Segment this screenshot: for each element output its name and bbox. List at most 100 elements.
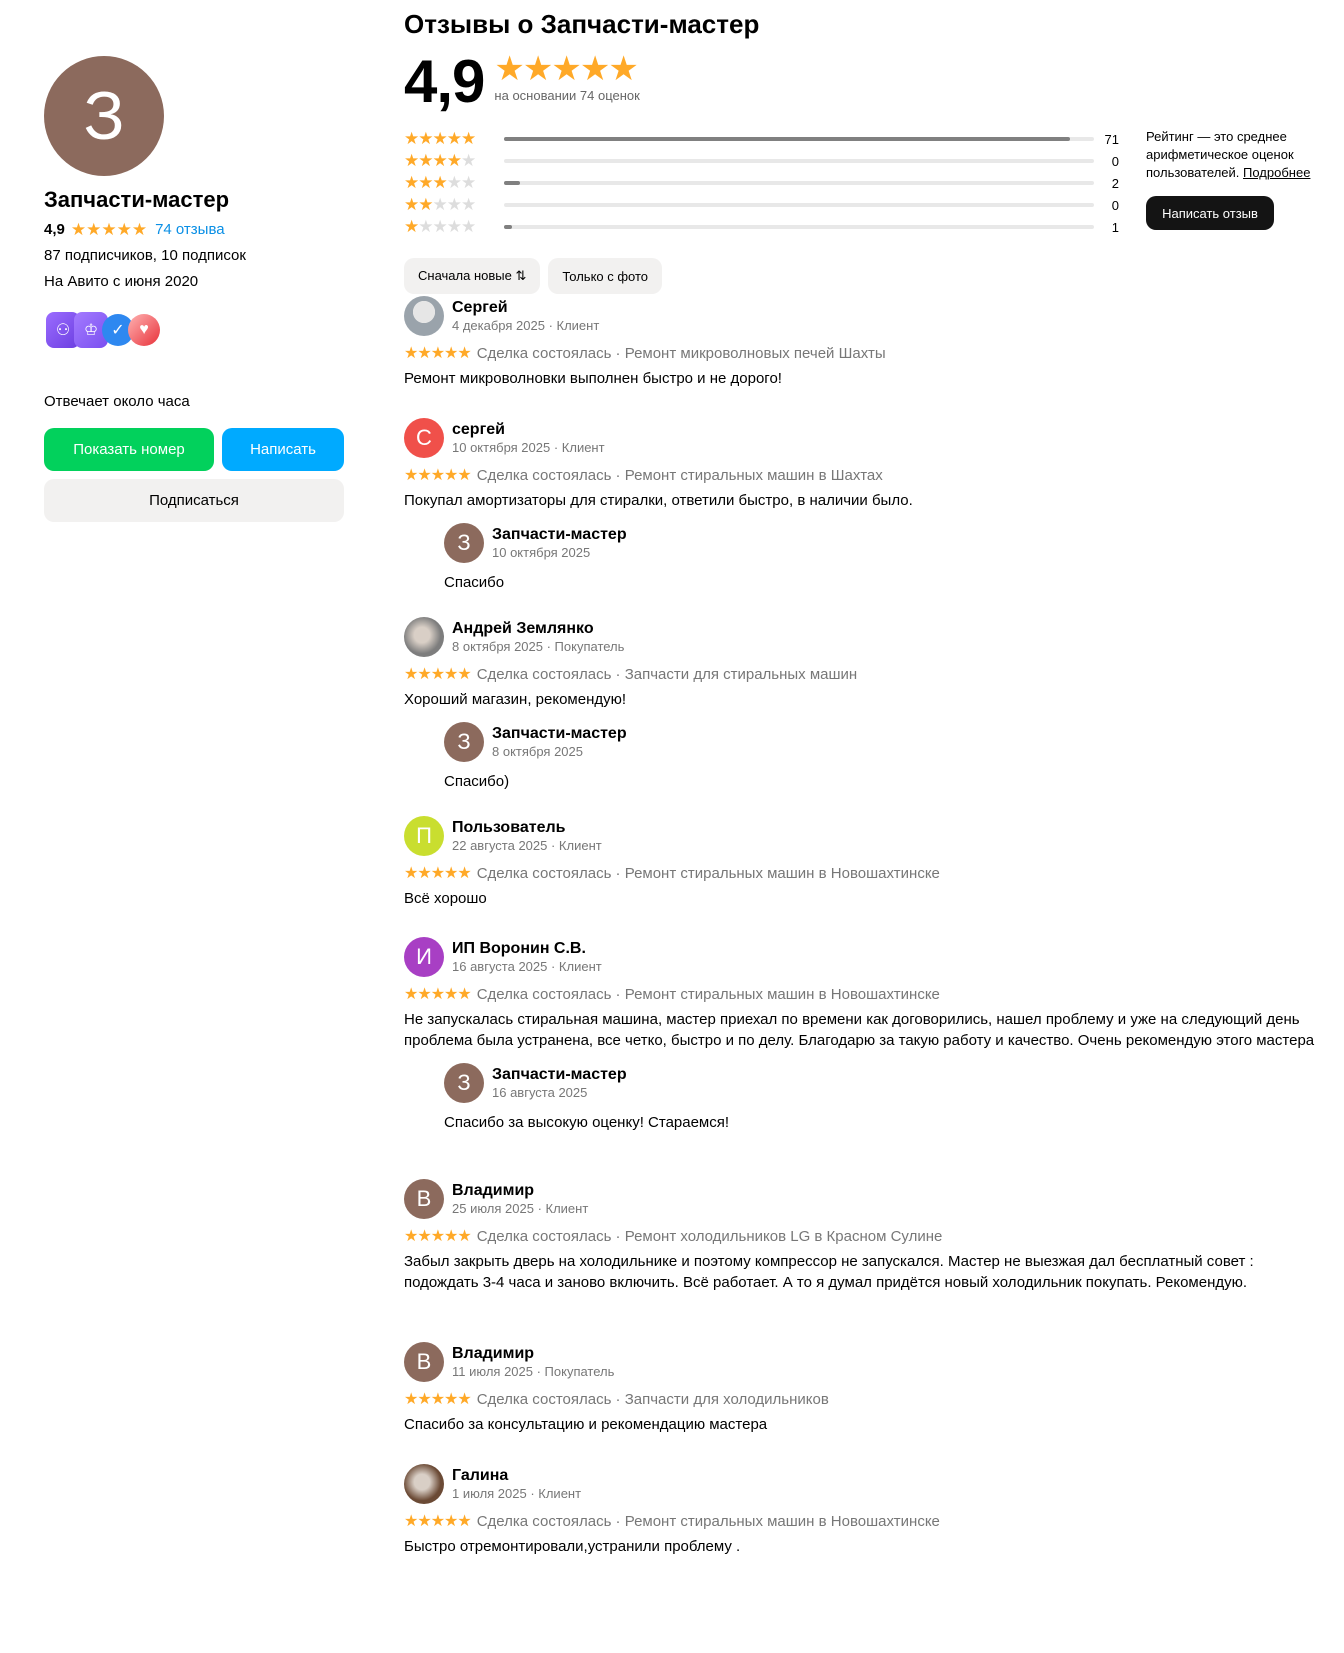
reviewer-avatar[interactable] <box>404 1464 444 1504</box>
distribution-row: ★★★★★ 2 <box>404 172 1119 194</box>
review-text: Не запускалась стиральная машина, мастер… <box>404 1011 1315 1049</box>
profile-rating-value: 4,9 <box>44 221 65 238</box>
distribution-bar-fill <box>504 225 513 229</box>
rating-basis: на основании 74 оценок <box>494 88 640 103</box>
review-stars: ★★★★★ <box>404 1391 472 1408</box>
review-item: И ИП Воронин С.В. 16 августа 2025 · Клиент… <box>404 937 1324 1133</box>
review-text: Ремонт микроволновки выполнен быстро и н… <box>404 370 782 387</box>
badges-row[interactable]: ⚇ ♔ ✓ ♥ <box>44 312 344 352</box>
review-date: 1 июля 2025 · Клиент <box>452 1486 582 1501</box>
show-phone-button[interactable]: Показать номер <box>44 428 214 471</box>
rating-value: 4,9 <box>404 48 485 115</box>
seller-reply-name[interactable]: Запчасти-мастер <box>492 525 627 545</box>
review-text: Покупал амортизаторы для стиралки, ответ… <box>404 492 913 509</box>
review-date: 8 октября 2025 · Покупатель <box>452 639 625 654</box>
seller-reply-date: 10 октября 2025 <box>492 545 591 560</box>
reviewer-avatar[interactable] <box>404 617 444 657</box>
review-deal: Сделка состоялась · Ремонт холодильников… <box>476 1228 943 1245</box>
seller-avatar[interactable]: З <box>444 523 484 563</box>
distribution-bar <box>504 203 1094 207</box>
distribution-bar-fill <box>504 137 1071 141</box>
profile-rating-stars: ★★★★★ <box>70 220 148 239</box>
reviewer-avatar[interactable]: И <box>404 937 444 977</box>
heart-badge-icon[interactable]: ♥ <box>128 314 160 346</box>
review-deal: Сделка состоялась · Ремонт стиральных ма… <box>476 986 940 1003</box>
reviewer-name[interactable]: сергей <box>452 420 605 440</box>
write-review-button[interactable]: Написать отзыв <box>1146 196 1274 230</box>
distribution-bar <box>504 159 1094 163</box>
reviews-count-link[interactable]: 74 отзыва <box>155 220 225 240</box>
member-since: На Авито с июня 2020 <box>44 273 199 290</box>
seller-avatar[interactable]: З <box>444 722 484 762</box>
review-item: П Пользователь 22 августа 2025 · Клиент ★★★… <box>404 816 1324 909</box>
reviews-main: Отзывы о Запчасти-мастер 4,9 ★★★★★ на ос… <box>404 8 1324 294</box>
review-deal: Сделка состоялась · Ремонт стиральных ма… <box>476 865 940 882</box>
review-text: Хороший магазин, рекомендую! <box>404 691 627 708</box>
reviewer-name[interactable]: Пользователь <box>452 818 602 838</box>
reviewer-name[interactable]: Владимир <box>452 1344 614 1364</box>
rating-summary: 4,9 ★★★★★ на основании 74 оценок <box>404 52 1324 112</box>
review-item: В Владимир 25 июля 2025 · Клиент ★★★★★ Сделк… <box>404 1179 1324 1293</box>
review-deal: Сделка состоялась · Ремонт микроволновых… <box>476 345 886 362</box>
profile-avatar[interactable]: З <box>44 56 164 176</box>
distribution-stars: ★★★★★ <box>404 173 476 192</box>
reviewer-avatar[interactable]: В <box>404 1342 444 1382</box>
distribution-row: ★★★★★ 0 <box>404 150 1119 172</box>
review-text: Забыл закрыть дверь на холодильнике и по… <box>404 1253 1254 1291</box>
review-deal: Сделка состоялась · Ремонт стиральных ма… <box>476 467 883 484</box>
review-filters: Сначала новые ⇅ Только с фото <box>404 258 1324 294</box>
review-deal: Сделка состоялась · Запчасти для стираль… <box>476 666 858 683</box>
rating-info-more-link[interactable]: Подробнее <box>1243 165 1310 180</box>
seller-reply-text: Спасибо <box>444 574 505 591</box>
reviewer-avatar[interactable]: П <box>404 816 444 856</box>
seller-reply-text: Спасибо за высокую оценку! Стараемся! <box>444 1114 730 1131</box>
review-item: Сергей 4 декабря 2025 · Клиент ★★★★★ Сделка… <box>404 296 1324 389</box>
seller-avatar[interactable]: З <box>444 1063 484 1103</box>
seller-reply-name[interactable]: Запчасти-мастер <box>492 724 627 744</box>
review-item: В Владимир 11 июля 2025 · Покупатель ★★★★★ С… <box>404 1342 1324 1435</box>
reviewer-avatar[interactable] <box>404 296 444 336</box>
distribution-count: 2 <box>1111 175 1119 191</box>
distribution-stars: ★★★★★ <box>404 217 476 236</box>
reviewer-name[interactable]: Андрей Землянко <box>452 619 624 639</box>
profile-rating: 4,9 ★★★★★ 74 отзыва <box>44 220 344 240</box>
reviewer-name[interactable]: ИП Воронин С.В. <box>452 939 602 959</box>
seller-reply-text: Спасибо) <box>444 773 510 790</box>
seller-reply-date: 8 октября 2025 <box>492 744 583 759</box>
distribution-count: 0 <box>1111 197 1119 213</box>
review-item: Андрей Землянко 8 октября 2025 · Покупате… <box>404 617 1324 792</box>
review-stars: ★★★★★ <box>404 1513 472 1530</box>
distribution-row: ★★★★★ 71 <box>404 128 1119 150</box>
review-text: Быстро отремонтировали,устранили проблем… <box>404 1538 741 1555</box>
rating-info: Рейтинг — это среднее арифметическое оце… <box>1146 128 1324 238</box>
distribution-stars: ★★★★★ <box>404 195 476 214</box>
seller-reply-date: 16 августа 2025 <box>492 1085 588 1100</box>
review-text: Всё хорошо <box>404 890 487 907</box>
write-message-button[interactable]: Написать <box>222 428 344 471</box>
review-text: Спасибо за консультацию и рекомендацию м… <box>404 1416 768 1433</box>
profile-name[interactable]: Запчасти-мастер <box>44 186 344 214</box>
distribution-bar-fill <box>504 181 520 185</box>
seller-reply-name[interactable]: Запчасти-мастер <box>492 1065 627 1085</box>
review-stars: ★★★★★ <box>404 865 472 882</box>
rating-stars: ★★★★★ <box>494 50 638 88</box>
subscribe-button[interactable]: Подписаться <box>44 479 344 522</box>
reviewer-name[interactable]: Галина <box>452 1466 581 1486</box>
reviewer-avatar[interactable]: С <box>404 418 444 458</box>
review-stars: ★★★★★ <box>404 986 472 1003</box>
review-item: Галина 1 июля 2025 · Клиент ★★★★★ Сделка со… <box>404 1464 1324 1557</box>
photo-only-chip[interactable]: Только с фото <box>548 258 663 294</box>
review-stars: ★★★★★ <box>404 345 472 362</box>
sort-newest-chip[interactable]: Сначала новые ⇅ <box>404 258 541 294</box>
review-date: 11 июля 2025 · Покупатель <box>452 1364 615 1379</box>
subscribers-info[interactable]: 87 подписчиков, 10 подписок <box>44 246 344 266</box>
review-stars: ★★★★★ <box>404 467 472 484</box>
distribution-stars: ★★★★★ <box>404 129 476 148</box>
review-item: Ссергей 10 октября 2025 · Клиент ★★★★★ Сдел… <box>404 418 1324 593</box>
review-date: 16 августа 2025 · Клиент <box>452 959 602 974</box>
reviewer-name[interactable]: Владимир <box>452 1181 588 1201</box>
reviewer-avatar[interactable]: В <box>404 1179 444 1219</box>
rating-distribution: ★★★★★ 71 ★★★★★ 0 ★★★★★ 2 ★★★★★ 0 ★★★★★ 1 <box>404 128 1119 238</box>
reviewer-name[interactable]: Сергей <box>452 298 599 318</box>
distribution-count: 71 <box>1104 131 1119 147</box>
